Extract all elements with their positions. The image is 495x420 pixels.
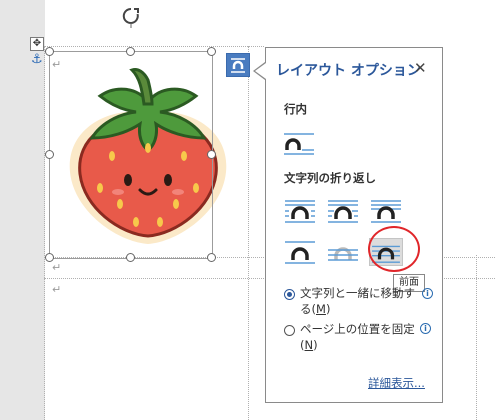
fix-position-accelerator: N	[304, 338, 314, 352]
margin-guide-right-row	[440, 257, 495, 258]
popup-pointer-inner	[255, 63, 266, 79]
move-with-text-label-line2[interactable]: る(M)	[300, 302, 330, 317]
resize-handle-bl[interactable]	[45, 253, 54, 262]
info-icon[interactable]: i	[420, 323, 431, 334]
section-wrap-title: 文字列の折り返し	[284, 171, 376, 185]
inline-icon	[284, 133, 314, 155]
resize-handle-bc[interactable]	[126, 253, 135, 262]
highlight-circle	[368, 226, 420, 272]
margin-guide-top	[44, 46, 264, 47]
move-with-text-radio[interactable]	[284, 289, 295, 300]
layout-options-button[interactable]	[226, 53, 250, 77]
wrap-tight-option[interactable]	[326, 197, 360, 225]
fix-position-radio[interactable]	[284, 325, 295, 336]
margin-guide-right-bottom	[440, 278, 495, 279]
column-guide-right	[476, 255, 477, 420]
info-icon[interactable]: i	[422, 288, 433, 299]
move-with-text-label[interactable]: 文字列と一緒に移動す	[300, 286, 415, 301]
wrap-top-bottom-option[interactable]	[283, 238, 317, 266]
wrap-top-bottom-icon	[285, 241, 315, 264]
resize-handle-tc[interactable]	[126, 47, 135, 56]
wrap-square-option[interactable]	[283, 197, 317, 225]
paragraph-mark: ↵	[52, 261, 62, 274]
move-with-text-label-suffix: )	[325, 302, 331, 316]
paragraph-mark: ↵	[52, 283, 62, 296]
resize-handle-tl[interactable]	[45, 47, 54, 56]
resize-handle-mr[interactable]	[207, 150, 216, 159]
selection-frame	[49, 51, 213, 259]
resize-handle-ml[interactable]	[45, 150, 54, 159]
inline-with-text-option[interactable]	[282, 130, 316, 158]
move-with-text-accelerator: M	[316, 302, 326, 316]
wrap-square-icon	[285, 200, 315, 223]
move-with-text-label-line1: 文字列と一緒に移動す	[300, 286, 415, 300]
wrap-through-icon	[371, 200, 401, 223]
section-inline-title: 行内	[284, 102, 307, 116]
close-icon[interactable]: ✕	[414, 59, 427, 77]
more-options-link[interactable]: 詳細表示...	[368, 375, 425, 391]
resize-handle-br[interactable]	[207, 253, 216, 262]
move-with-text-label-prefix: る(	[300, 302, 316, 316]
move-handle-icon[interactable]: ✥	[30, 37, 44, 51]
popup-title: レイアウト オプション	[276, 63, 421, 79]
margin-guide-bottom	[44, 278, 264, 279]
anchor-icon[interactable]: ⚓	[31, 53, 43, 66]
fix-position-label-line2[interactable]: (N)	[300, 338, 318, 353]
margin-guide-left	[44, 46, 45, 420]
wrap-behind-text-option[interactable]	[326, 238, 360, 266]
fix-position-label[interactable]: ページ上の位置を固定	[300, 322, 415, 337]
fix-position-label-suffix: )	[313, 338, 318, 352]
wrap-tight-icon	[328, 200, 358, 223]
wrap-through-option[interactable]	[369, 197, 403, 225]
layout-options-icon	[231, 58, 245, 73]
rotate-handle-icon[interactable]	[121, 6, 141, 28]
wrap-behind-text-icon	[328, 247, 358, 261]
resize-handle-tr[interactable]	[207, 47, 216, 56]
fix-position-label-line1: ページ上の位置を固定	[300, 322, 415, 336]
column-guide	[248, 46, 249, 420]
